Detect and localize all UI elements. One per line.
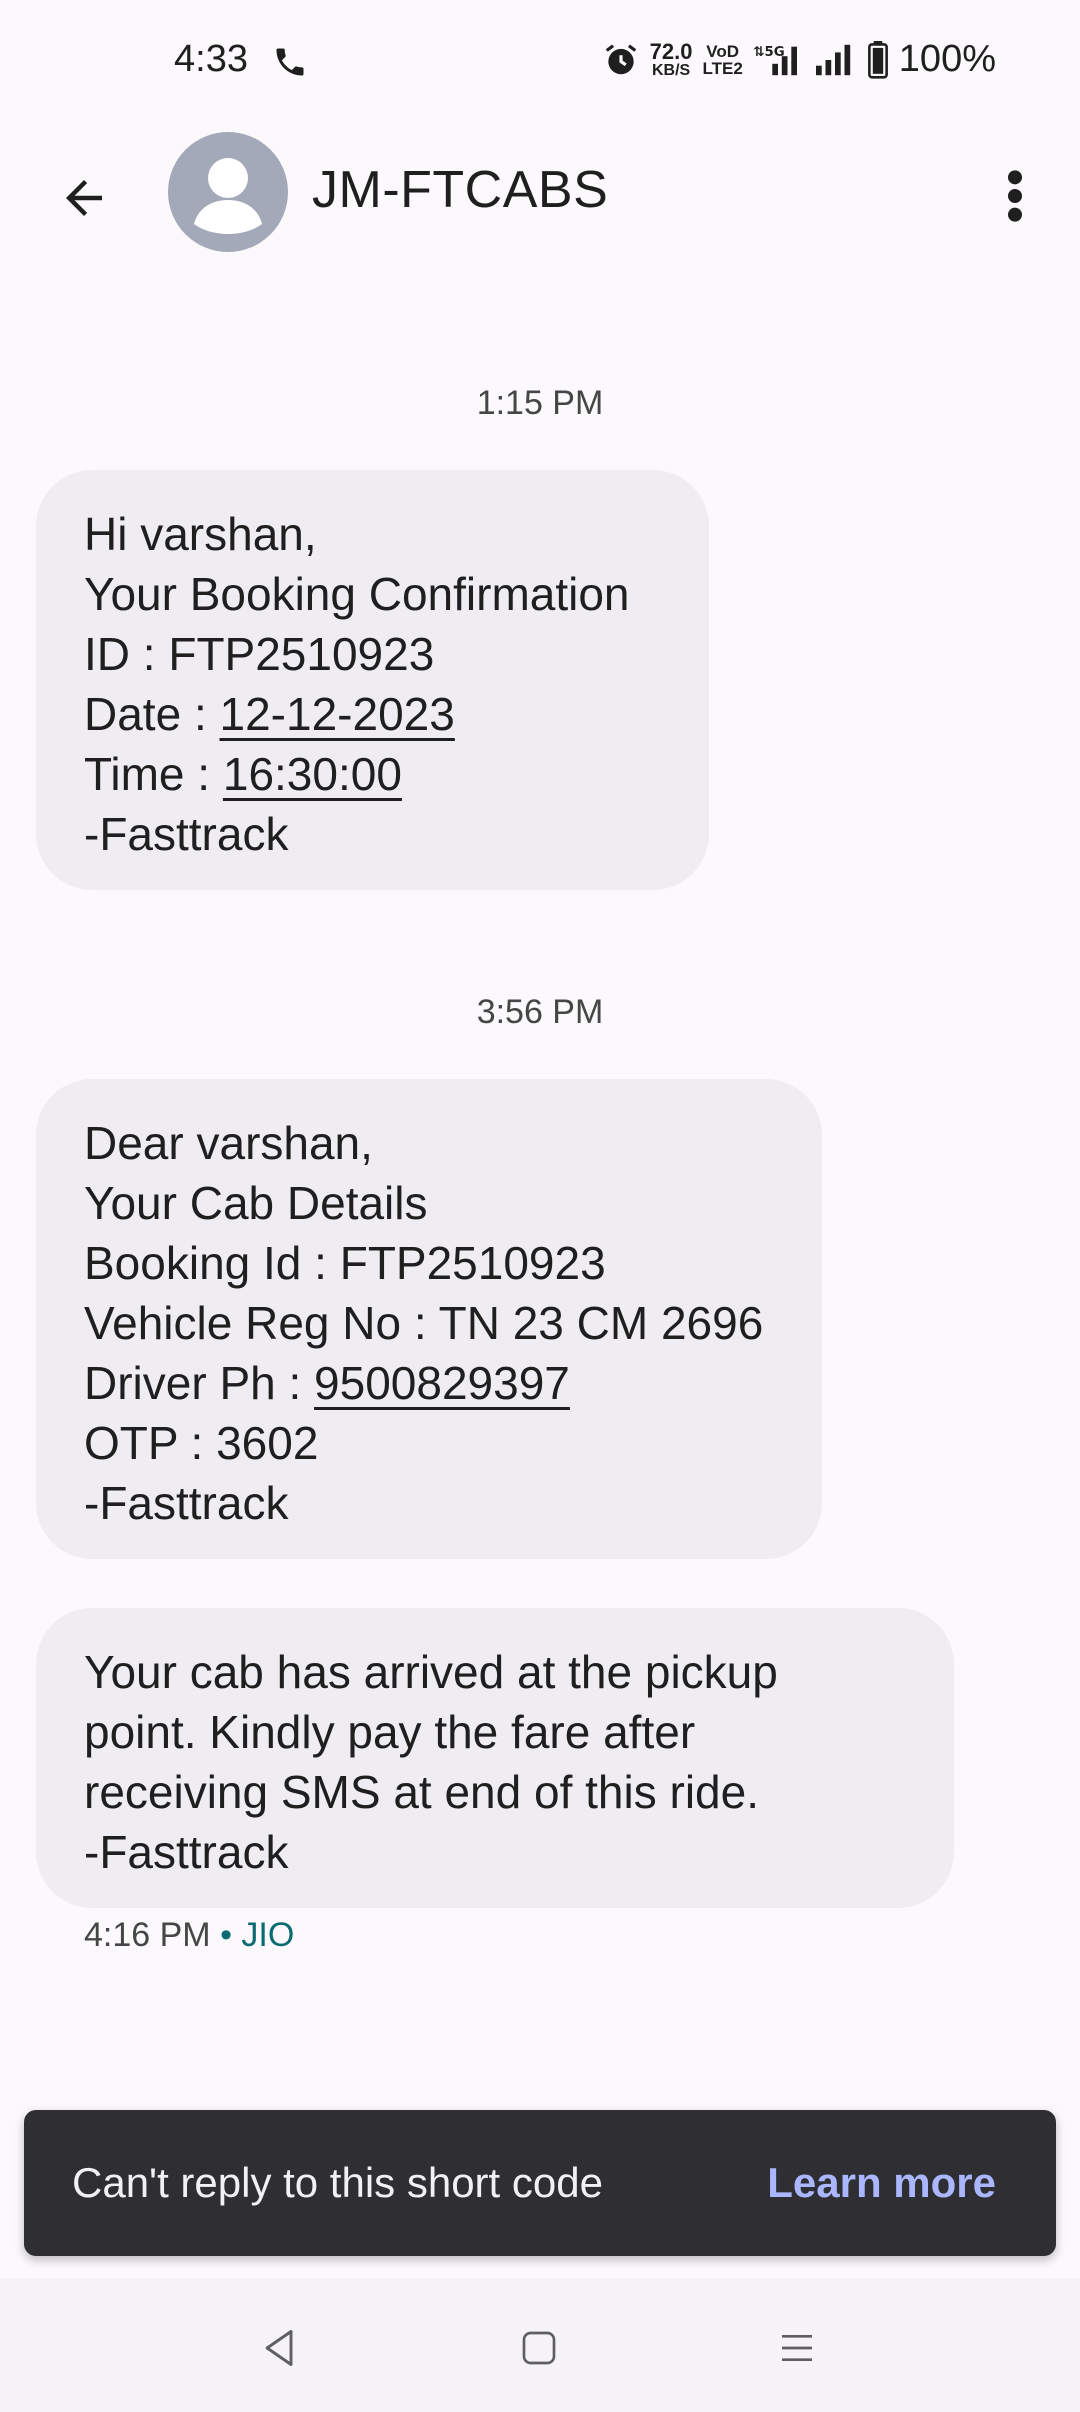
net-speed: 72.0 KB/S [649,38,693,79]
battery-icon [867,40,888,79]
time-prefix: Time : [84,748,223,800]
message-bubble[interactable]: Hi varshan, Your Booking Confirmation ID… [36,470,709,890]
net-speed-unit: KB/S [651,61,691,79]
svg-text:⇅5G: ⇅5G [753,45,784,60]
message-line: Hi varshan, [84,508,317,560]
message-signature: -Fasttrack [84,1826,289,1878]
meta-separator: • [210,1916,242,1954]
message-timestamp: 3:56 PM [476,993,604,1031]
carrier-label: JIO [241,1916,295,1954]
message-line: Dear varshan, [84,1117,373,1169]
phone-call-icon [276,48,304,76]
time-link[interactable]: 16:30:00 [223,748,402,800]
volte-sub-label: LTE2 [702,58,743,78]
message-line: Booking Id : FTP2510923 [84,1237,606,1289]
more-options-button[interactable] [980,156,1050,236]
triangle-back-icon [265,2330,293,2366]
status-time: 4:33 [174,38,248,80]
person-icon [194,158,262,234]
menu-lines-icon [782,2335,812,2361]
alarm-icon [605,43,636,74]
nav-back-button[interactable] [250,2318,310,2378]
contact-avatar[interactable] [168,132,288,252]
phone-prefix: Driver Ph : [84,1357,315,1409]
status-icons: 72.0 KB/S VoD LTE2 ⇅5G 100% [602,38,996,81]
message-bubble[interactable]: Your cab has arrived at the pickup point… [36,1608,954,1908]
message-line: Your cab has arrived at the pickup [84,1646,778,1698]
message-meta: 4:16 PM • JIO [84,1916,294,1955]
phone-link[interactable]: 9500829397 [314,1357,570,1409]
nav-recents-button[interactable] [767,2318,827,2378]
message-otp-line: OTP : 3602 [84,1417,319,1469]
date-link[interactable]: 12-12-2023 [220,688,455,740]
message-meta-time: 4:16 PM [84,1916,211,1954]
square-home-icon [522,2331,556,2365]
arrow-left-icon [66,180,102,216]
learn-more-button[interactable]: Learn more [767,2159,996,2207]
message-bubble[interactable]: Dear varshan, Your Cab Details Booking I… [36,1079,822,1559]
message-date-line: Date : 12-12-2023 [84,684,661,744]
message-line: Vehicle Reg No : TN 23 CM 2696 [84,1297,764,1349]
message-line: Your Cab Details [84,1177,428,1229]
message-line: receiving SMS at end of this ride. [84,1766,759,1818]
net-speed-value: 72.0 [649,38,693,64]
volte-label: VoD [706,41,740,61]
signal-5g-icon: ⇅5G [753,45,797,75]
battery-percent: 100% [898,38,996,80]
message-timestamp: 1:15 PM [476,384,604,422]
status-bar: 4:33 72.0 KB/S VoD LTE2 ⇅5G 100% [0,0,1080,120]
message-signature: -Fasttrack [84,808,289,860]
message-time-line: Time : 16:30:00 [84,744,661,804]
signal-icon [815,44,850,75]
snackbar-message: Can't reply to this short code [72,2159,603,2206]
nav-home-button[interactable] [509,2318,569,2378]
snackbar: Can't reply to this short code Learn mor… [24,2110,1056,2256]
message-line: Your Booking Confirmation [84,568,630,620]
message-signature: -Fasttrack [84,1477,289,1529]
message-line: ID : FTP2510923 [84,628,435,680]
message-phone-line: Driver Ph : 9500829397 [84,1353,774,1413]
message-line: point. Kindly pay the fare after [84,1706,696,1758]
conversation-app-bar: JM-FTCABS [0,120,1080,270]
messages-screen: 4:33 72.0 KB/S VoD LTE2 ⇅5G 100% JM-FTCA… [0,0,1080,2412]
system-nav-bar [0,2278,1080,2412]
date-prefix: Date : [84,688,220,740]
more-vert-icon [1008,170,1022,222]
volte-indicator: VoD LTE2 [702,43,742,77]
contact-name[interactable]: JM-FTCABS [312,160,608,220]
back-button[interactable] [44,158,124,238]
